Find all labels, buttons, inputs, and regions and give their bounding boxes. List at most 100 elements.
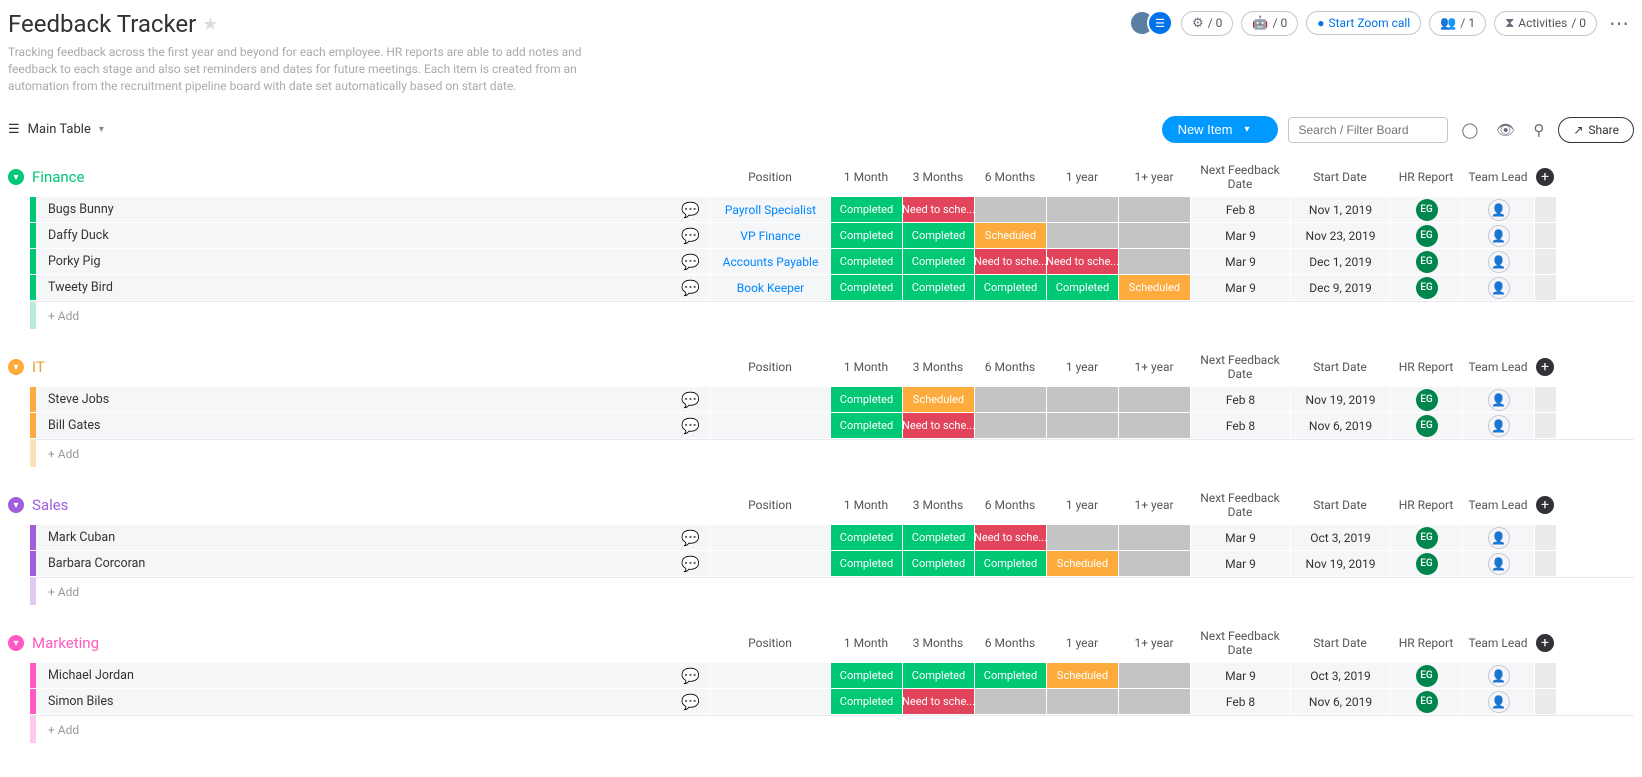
hr-report-cell[interactable]: EG <box>1390 197 1462 222</box>
team-lead-cell[interactable]: 👤 <box>1462 275 1534 300</box>
item-name-cell[interactable]: Barbara Corcoran 💬 <box>30 551 710 576</box>
status-cell[interactable]: Completed <box>830 223 902 248</box>
status-cell[interactable]: Need to sche... <box>902 689 974 714</box>
view-switcher[interactable]: ☰ Main Table ▾ <box>8 122 104 137</box>
position-cell[interactable]: Book Keeper <box>710 275 830 300</box>
column-header[interactable]: HR Report <box>1390 360 1462 374</box>
column-header[interactable]: Next Feedback Date <box>1190 629 1290 657</box>
column-header[interactable]: 1 year <box>1046 498 1118 512</box>
team-lead-cell[interactable]: 👤 <box>1462 525 1534 550</box>
add-row-button[interactable]: + Add <box>30 439 1634 467</box>
start-date-cell[interactable]: Nov 19, 2019 <box>1290 387 1390 412</box>
column-header[interactable]: 3 Months <box>902 170 974 184</box>
status-cell[interactable]: Need to sche... <box>1046 249 1118 274</box>
status-cell[interactable] <box>1046 689 1118 714</box>
share-button[interactable]: ↗ Share <box>1558 117 1634 143</box>
column-header[interactable]: Next Feedback Date <box>1190 353 1290 381</box>
chat-icon[interactable]: 💬 <box>681 391 700 409</box>
add-column-button[interactable]: + <box>1536 168 1554 186</box>
status-cell[interactable]: Scheduled <box>974 223 1046 248</box>
status-cell[interactable] <box>974 197 1046 222</box>
status-cell[interactable]: Scheduled <box>1118 275 1190 300</box>
status-cell[interactable] <box>1118 551 1190 576</box>
item-name-cell[interactable]: Simon Biles 💬 <box>30 689 710 714</box>
status-cell[interactable]: Scheduled <box>902 387 974 412</box>
hr-report-cell[interactable]: EG <box>1390 525 1462 550</box>
team-lead-cell[interactable]: 👤 <box>1462 413 1534 438</box>
group-collapse-toggle[interactable]: ▾ <box>8 359 24 375</box>
column-header[interactable]: Team Lead <box>1462 170 1534 184</box>
group-title[interactable]: Sales <box>30 496 710 514</box>
add-row-button[interactable]: + Add <box>30 301 1634 329</box>
next-feedback-date-cell[interactable]: Mar 9 <box>1190 525 1290 550</box>
status-cell[interactable] <box>1118 663 1190 688</box>
start-date-cell[interactable]: Oct 3, 2019 <box>1290 663 1390 688</box>
chat-icon[interactable]: 💬 <box>681 227 700 245</box>
group-title[interactable]: Marketing <box>30 634 710 652</box>
eye-icon[interactable]: 👁 <box>1492 119 1519 141</box>
start-date-cell[interactable]: Nov 1, 2019 <box>1290 197 1390 222</box>
chat-icon[interactable]: 💬 <box>681 667 700 685</box>
next-feedback-date-cell[interactable]: Mar 9 <box>1190 223 1290 248</box>
activities-pill[interactable]: ⧗ Activities / 0 <box>1494 11 1597 36</box>
status-cell[interactable] <box>974 413 1046 438</box>
status-cell[interactable] <box>1046 525 1118 550</box>
add-column-button[interactable]: + <box>1536 496 1554 514</box>
status-cell[interactable] <box>1046 223 1118 248</box>
position-cell[interactable]: VP Finance <box>710 223 830 248</box>
start-date-cell[interactable]: Dec 9, 2019 <box>1290 275 1390 300</box>
column-header[interactable]: 1 year <box>1046 360 1118 374</box>
status-cell[interactable] <box>1046 387 1118 412</box>
hr-report-cell[interactable]: EG <box>1390 413 1462 438</box>
team-lead-cell[interactable]: 👤 <box>1462 663 1534 688</box>
column-header[interactable]: Position <box>710 360 830 374</box>
column-header[interactable]: 3 Months <box>902 636 974 650</box>
column-header[interactable]: 1 Month <box>830 360 902 374</box>
hr-report-cell[interactable]: EG <box>1390 275 1462 300</box>
position-cell[interactable]: Payroll Specialist <box>710 197 830 222</box>
status-cell[interactable]: Completed <box>902 551 974 576</box>
next-feedback-date-cell[interactable]: Mar 9 <box>1190 663 1290 688</box>
status-cell[interactable] <box>974 689 1046 714</box>
next-feedback-date-cell[interactable]: Feb 8 <box>1190 197 1290 222</box>
group-collapse-toggle[interactable]: ▾ <box>8 497 24 513</box>
add-column-button[interactable]: + <box>1536 358 1554 376</box>
status-cell[interactable]: Completed <box>830 249 902 274</box>
column-header[interactable]: 6 Months <box>974 170 1046 184</box>
board-members-avatars[interactable]: ☰ <box>1129 10 1173 36</box>
column-header[interactable]: Next Feedback Date <box>1190 163 1290 191</box>
column-header[interactable]: Start Date <box>1290 360 1390 374</box>
more-menu-icon[interactable]: ⋯ <box>1605 11 1634 35</box>
status-cell[interactable]: Completed <box>974 551 1046 576</box>
status-cell[interactable] <box>1118 223 1190 248</box>
column-header[interactable]: Start Date <box>1290 498 1390 512</box>
team-lead-cell[interactable]: 👤 <box>1462 551 1534 576</box>
item-name-cell[interactable]: Steve Jobs 💬 <box>30 387 710 412</box>
group-title[interactable]: IT <box>30 358 710 376</box>
status-cell[interactable] <box>1118 413 1190 438</box>
members-pill[interactable]: 👥 / 1 <box>1429 11 1486 36</box>
next-feedback-date-cell[interactable]: Feb 8 <box>1190 413 1290 438</box>
next-feedback-date-cell[interactable]: Feb 8 <box>1190 387 1290 412</box>
chat-icon[interactable]: 💬 <box>681 529 700 547</box>
next-feedback-date-cell[interactable]: Mar 9 <box>1190 275 1290 300</box>
column-header[interactable]: Team Lead <box>1462 636 1534 650</box>
status-cell[interactable]: Completed <box>830 689 902 714</box>
team-lead-cell[interactable]: 👤 <box>1462 689 1534 714</box>
team-lead-cell[interactable]: 👤 <box>1462 249 1534 274</box>
search-input[interactable] <box>1288 117 1448 143</box>
item-name-cell[interactable]: Tweety Bird 💬 <box>30 275 710 300</box>
column-header[interactable]: 1 Month <box>830 170 902 184</box>
status-cell[interactable]: Completed <box>902 275 974 300</box>
column-header[interactable]: 6 Months <box>974 360 1046 374</box>
filter-icon[interactable]: ⚲ <box>1529 119 1548 141</box>
status-cell[interactable]: Completed <box>830 525 902 550</box>
status-cell[interactable]: Completed <box>1046 275 1118 300</box>
column-header[interactable]: 1+ year <box>1118 636 1190 650</box>
status-cell[interactable]: Completed <box>830 551 902 576</box>
position-cell[interactable] <box>710 413 830 438</box>
item-name-cell[interactable]: Mark Cuban 💬 <box>30 525 710 550</box>
status-cell[interactable]: Need to sche... <box>902 413 974 438</box>
position-cell[interactable] <box>710 689 830 714</box>
item-name-cell[interactable]: Bugs Bunny 💬 <box>30 197 710 222</box>
